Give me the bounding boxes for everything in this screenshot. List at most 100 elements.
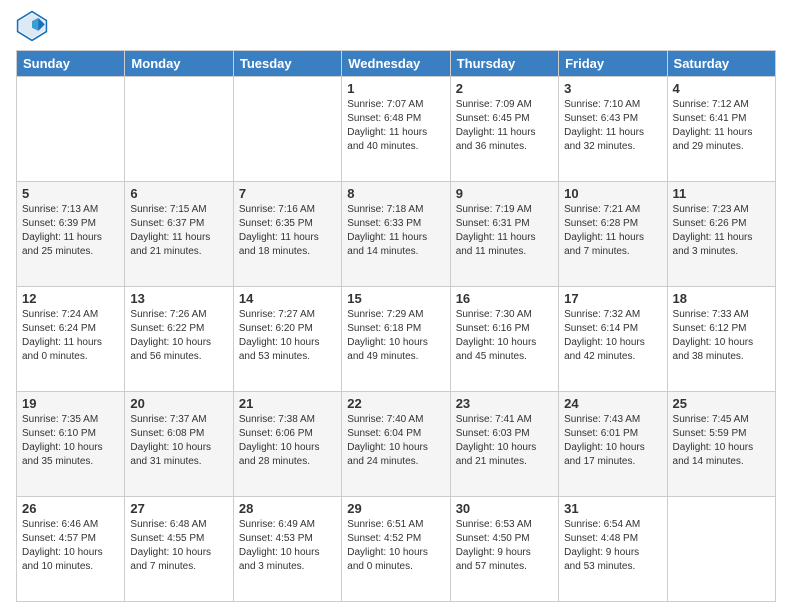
calendar-cell: 6 Sunrise: 7:15 AM Sunset: 6:37 PM Daylig… <box>125 182 233 287</box>
day-number: 10 <box>564 186 661 201</box>
calendar-cell <box>17 77 125 182</box>
calendar-cell: 13Sunrise: 7:26 AM Sunset: 6:22 PM Dayli… <box>125 287 233 392</box>
day-number: 19 <box>22 396 119 411</box>
calendar-cell: 11 Sunrise: 7:23 AM Sunset: 6:26 PM Dayli… <box>667 182 775 287</box>
day-number: 22 <box>347 396 444 411</box>
calendar-header-monday: Monday <box>125 51 233 77</box>
calendar-header-tuesday: Tuesday <box>233 51 341 77</box>
logo-icon <box>16 10 48 42</box>
calendar-cell: 23 Sunrise: 7:41 AM Sunset: 6:03 PM Dayli… <box>450 392 558 497</box>
calendar-cell: 31 Sunrise: 6:54 AM Sunset: 4:48 PM Dayli… <box>559 497 667 602</box>
day-info: Sunrise: 7:30 AM Sunset: 6:16 PM Dayligh… <box>456 308 553 364</box>
day-info: Sunrise: 6:53 AM Sunset: 4:50 PM Dayligh… <box>456 518 553 574</box>
calendar-header-thursday: Thursday <box>450 51 558 77</box>
calendar-week-row: 12 Sunrise: 7:24 AM Sunset: 6:24 PM Dayli… <box>17 287 776 392</box>
day-number: 5 <box>22 186 119 201</box>
calendar-cell: 8 Sunrise: 7:18 AM Sunset: 6:33 PM Daylig… <box>342 182 450 287</box>
day-number: 9 <box>456 186 553 201</box>
calendar-cell: 10 Sunrise: 7:21 AM Sunset: 6:28 PM Dayli… <box>559 182 667 287</box>
calendar-cell: 16 Sunrise: 7:30 AM Sunset: 6:16 PM Dayli… <box>450 287 558 392</box>
calendar-cell: 27 Sunrise: 6:48 AM Sunset: 4:55 PM Dayli… <box>125 497 233 602</box>
day-number: 7 <box>239 186 336 201</box>
day-info: Sunrise: 7:41 AM Sunset: 6:03 PM Dayligh… <box>456 413 553 469</box>
day-number: 29 <box>347 501 444 516</box>
day-number: 27 <box>130 501 227 516</box>
day-number: 16 <box>456 291 553 306</box>
day-info: Sunrise: 7:12 AM Sunset: 6:41 PM Dayligh… <box>673 98 770 154</box>
day-info: Sunrise: 7:07 AM Sunset: 6:48 PM Dayligh… <box>347 98 444 154</box>
day-info: Sunrise: 6:48 AM Sunset: 4:55 PM Dayligh… <box>130 518 227 574</box>
calendar-header-saturday: Saturday <box>667 51 775 77</box>
day-number: 12 <box>22 291 119 306</box>
day-number: 23 <box>456 396 553 411</box>
calendar-week-row: 5 Sunrise: 7:13 AM Sunset: 6:39 PM Daylig… <box>17 182 776 287</box>
calendar-cell: 7 Sunrise: 7:16 AM Sunset: 6:35 PM Daylig… <box>233 182 341 287</box>
day-info: Sunrise: 7:09 AM Sunset: 6:45 PM Dayligh… <box>456 98 553 154</box>
day-info: Sunrise: 7:32 AM Sunset: 6:14 PM Dayligh… <box>564 308 661 364</box>
calendar-cell: 12 Sunrise: 7:24 AM Sunset: 6:24 PM Dayli… <box>17 287 125 392</box>
day-info: Sunrise: 7:24 AM Sunset: 6:24 PM Dayligh… <box>22 308 119 364</box>
calendar-cell: 25 Sunrise: 7:45 AM Sunset: 5:59 PM Dayli… <box>667 392 775 497</box>
calendar-cell: 29 Sunrise: 6:51 AM Sunset: 4:52 PM Dayli… <box>342 497 450 602</box>
day-info: Sunrise: 6:54 AM Sunset: 4:48 PM Dayligh… <box>564 518 661 574</box>
calendar-cell: 2 Sunrise: 7:09 AM Sunset: 6:45 PM Daylig… <box>450 77 558 182</box>
calendar-table: SundayMondayTuesdayWednesdayThursdayFrid… <box>16 50 776 602</box>
calendar-cell <box>667 497 775 602</box>
day-number: 13 <box>130 291 227 306</box>
calendar-header-friday: Friday <box>559 51 667 77</box>
day-info: Sunrise: 7:35 AM Sunset: 6:10 PM Dayligh… <box>22 413 119 469</box>
day-info: Sunrise: 6:51 AM Sunset: 4:52 PM Dayligh… <box>347 518 444 574</box>
day-number: 11 <box>673 186 770 201</box>
day-number: 8 <box>347 186 444 201</box>
calendar-cell: 9Sunrise: 7:19 AM Sunset: 6:31 PM Daylig… <box>450 182 558 287</box>
calendar-cell: 15 Sunrise: 7:29 AM Sunset: 6:18 PM Dayli… <box>342 287 450 392</box>
calendar-week-row: 26 Sunrise: 6:46 AM Sunset: 4:57 PM Dayli… <box>17 497 776 602</box>
calendar-cell <box>125 77 233 182</box>
calendar-cell: 1 Sunrise: 7:07 AM Sunset: 6:48 PM Daylig… <box>342 77 450 182</box>
day-info: Sunrise: 7:43 AM Sunset: 6:01 PM Dayligh… <box>564 413 661 469</box>
day-number: 24 <box>564 396 661 411</box>
calendar-cell: 20Sunrise: 7:37 AM Sunset: 6:08 PM Dayli… <box>125 392 233 497</box>
calendar-cell: 28 Sunrise: 6:49 AM Sunset: 4:53 PM Dayli… <box>233 497 341 602</box>
day-info: Sunrise: 7:40 AM Sunset: 6:04 PM Dayligh… <box>347 413 444 469</box>
day-number: 2 <box>456 81 553 96</box>
day-number: 30 <box>456 501 553 516</box>
day-info: Sunrise: 7:18 AM Sunset: 6:33 PM Dayligh… <box>347 203 444 259</box>
day-number: 15 <box>347 291 444 306</box>
day-info: Sunrise: 7:15 AM Sunset: 6:37 PM Dayligh… <box>130 203 227 259</box>
calendar-cell: 30 Sunrise: 6:53 AM Sunset: 4:50 PM Dayli… <box>450 497 558 602</box>
day-info: Sunrise: 6:46 AM Sunset: 4:57 PM Dayligh… <box>22 518 119 574</box>
calendar-cell: 14Sunrise: 7:27 AM Sunset: 6:20 PM Dayli… <box>233 287 341 392</box>
day-info: Sunrise: 7:21 AM Sunset: 6:28 PM Dayligh… <box>564 203 661 259</box>
day-info: Sunrise: 7:37 AM Sunset: 6:08 PM Dayligh… <box>130 413 227 469</box>
day-number: 25 <box>673 396 770 411</box>
page: SundayMondayTuesdayWednesdayThursdayFrid… <box>0 0 792 612</box>
day-info: Sunrise: 7:23 AM Sunset: 6:26 PM Dayligh… <box>673 203 770 259</box>
calendar-header-row: SundayMondayTuesdayWednesdayThursdayFrid… <box>17 51 776 77</box>
calendar-cell: 18Sunrise: 7:33 AM Sunset: 6:12 PM Dayli… <box>667 287 775 392</box>
day-info: Sunrise: 7:16 AM Sunset: 6:35 PM Dayligh… <box>239 203 336 259</box>
day-number: 3 <box>564 81 661 96</box>
day-info: Sunrise: 7:33 AM Sunset: 6:12 PM Dayligh… <box>673 308 770 364</box>
calendar-cell: 22 Sunrise: 7:40 AM Sunset: 6:04 PM Dayli… <box>342 392 450 497</box>
day-info: Sunrise: 7:27 AM Sunset: 6:20 PM Dayligh… <box>239 308 336 364</box>
calendar-cell: 4Sunrise: 7:12 AM Sunset: 6:41 PM Daylig… <box>667 77 775 182</box>
calendar-cell: 24 Sunrise: 7:43 AM Sunset: 6:01 PM Dayli… <box>559 392 667 497</box>
calendar-header-sunday: Sunday <box>17 51 125 77</box>
day-info: Sunrise: 7:29 AM Sunset: 6:18 PM Dayligh… <box>347 308 444 364</box>
day-info: Sunrise: 7:45 AM Sunset: 5:59 PM Dayligh… <box>673 413 770 469</box>
day-info: Sunrise: 6:49 AM Sunset: 4:53 PM Dayligh… <box>239 518 336 574</box>
day-number: 1 <box>347 81 444 96</box>
logo <box>16 10 52 42</box>
calendar-cell: 26 Sunrise: 6:46 AM Sunset: 4:57 PM Dayli… <box>17 497 125 602</box>
day-number: 6 <box>130 186 227 201</box>
day-info: Sunrise: 7:13 AM Sunset: 6:39 PM Dayligh… <box>22 203 119 259</box>
day-number: 31 <box>564 501 661 516</box>
day-number: 26 <box>22 501 119 516</box>
day-number: 17 <box>564 291 661 306</box>
day-info: Sunrise: 7:10 AM Sunset: 6:43 PM Dayligh… <box>564 98 661 154</box>
day-number: 28 <box>239 501 336 516</box>
calendar-cell: 21Sunrise: 7:38 AM Sunset: 6:06 PM Dayli… <box>233 392 341 497</box>
calendar-week-row: 1 Sunrise: 7:07 AM Sunset: 6:48 PM Daylig… <box>17 77 776 182</box>
header <box>16 10 776 42</box>
